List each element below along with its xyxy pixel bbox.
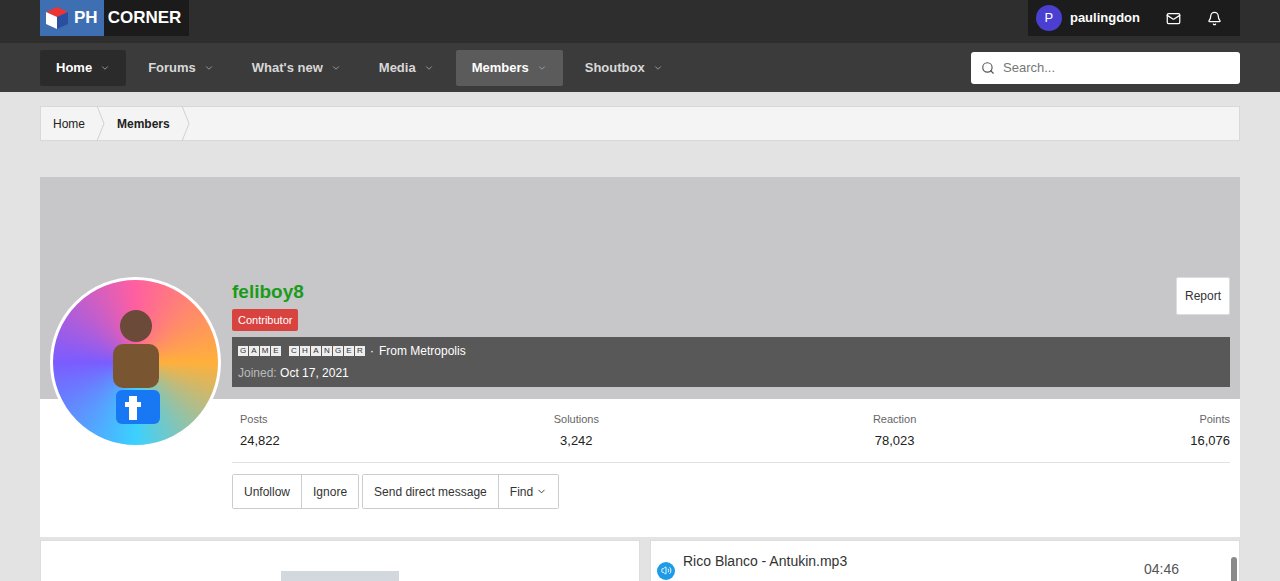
stats-row: Posts24,822 Solutions3,242 Reaction78,023 P… (232, 399, 1230, 463)
user-title: GAMECHANGER (238, 346, 365, 356)
bell-icon[interactable] (1207, 11, 1222, 26)
action-button[interactable]: Ignore (301, 475, 358, 508)
breadcrumb-separator-icon (97, 106, 105, 141)
joined-date: Joined: Oct 17, 2021 (238, 364, 1224, 382)
button-group: Send direct messageFind (362, 474, 559, 509)
stat[interactable]: Points16,076 (1190, 411, 1230, 450)
nav-tab[interactable]: Media (363, 50, 450, 86)
chevron-down-icon (204, 63, 214, 73)
location: From Metropolis (379, 342, 466, 360)
track-row[interactable]: Rico Blanco - Antukin.mp304:46 (657, 551, 1231, 580)
stat[interactable]: Reaction78,023 (873, 411, 916, 450)
scrollbar[interactable] (1231, 557, 1237, 581)
search-field[interactable]: Search... (971, 52, 1240, 84)
action-button[interactable]: Find (498, 475, 558, 508)
music-player: Rico Blanco - Antukin.mp304:46 (650, 540, 1240, 581)
person-on-logo-icon (81, 298, 191, 428)
page: PHCORNERPpaulingdonHomeForumsWhat's newM… (0, 0, 1280, 581)
username[interactable]: feliboy8 (232, 281, 1230, 309)
nav-tab[interactable]: Home (40, 50, 126, 86)
nav-tab[interactable]: Forums (132, 50, 230, 86)
search-icon (981, 61, 995, 75)
breadcrumb-item[interactable]: Home (41, 107, 105, 140)
chevron-down-icon (537, 63, 547, 73)
report-button[interactable]: Report (1176, 277, 1230, 315)
chevron-down-icon (653, 63, 663, 73)
action-button[interactable]: Send direct message (363, 475, 498, 508)
chevron-down-icon (424, 63, 434, 73)
nav-tab[interactable]: Shoutbox (569, 50, 679, 86)
mail-icon[interactable] (1166, 11, 1181, 26)
breadcrumb: HomeMembers (40, 106, 1240, 141)
nav-tab[interactable]: Members (456, 50, 563, 86)
breadcrumb-separator-icon (182, 106, 190, 141)
user-menu: Ppaulingdon (1028, 0, 1240, 36)
nav-bar: HomeForumsWhat's newMediaMembersShoutbox… (0, 43, 1280, 92)
breadcrumb-item[interactable]: Members (105, 107, 190, 140)
user-button[interactable]: Ppaulingdon (1036, 5, 1150, 31)
role-badge: Contributor (232, 309, 298, 332)
profile-info-strip: GAMECHANGER·From MetropolisJoined: Oct 1… (232, 337, 1230, 387)
button-group: UnfollowIgnore (232, 474, 359, 509)
cube-logo-icon (44, 5, 70, 31)
speaker-icon (661, 565, 672, 576)
speaker-button[interactable] (657, 562, 675, 580)
avatar[interactable] (50, 277, 221, 448)
logo[interactable]: PHCORNER (40, 0, 189, 36)
action-button[interactable]: Unfollow (233, 475, 301, 508)
stat[interactable]: Posts24,822 (240, 411, 280, 450)
caret-down-icon (536, 486, 547, 497)
chevron-down-icon (331, 63, 341, 73)
action-buttons: UnfollowIgnoreSend direct messageFind (232, 463, 1230, 537)
user-avatar: P (1036, 5, 1062, 31)
profile-card: Reportfeliboy8Contributor GAMECHANGER·Fro… (40, 177, 1240, 537)
chevron-down-icon (100, 63, 110, 73)
stat[interactable]: Solutions3,242 (554, 411, 599, 450)
nav-tab[interactable]: What's new (236, 50, 357, 86)
media-placeholder (281, 571, 399, 581)
left-panel (40, 540, 640, 581)
top-bar: PHCORNER Ppaulingdon (0, 0, 1280, 43)
